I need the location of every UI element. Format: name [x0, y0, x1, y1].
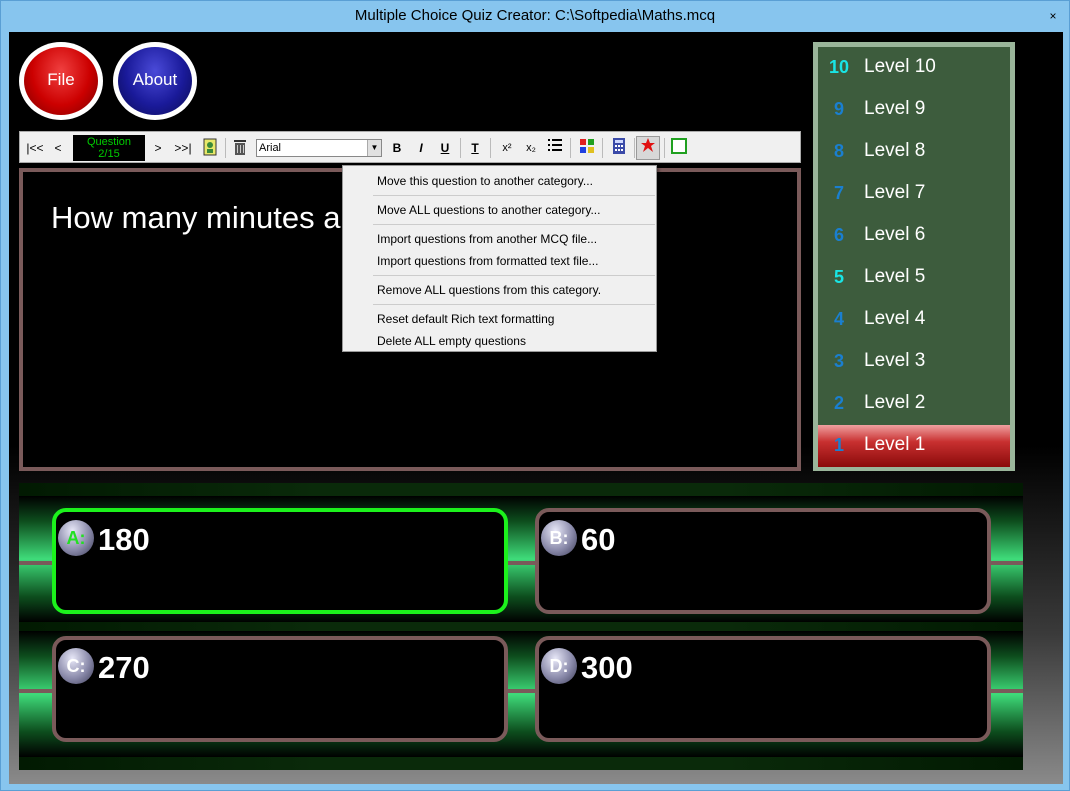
level-label: Level 9 — [864, 98, 926, 119]
level-row-8[interactable]: 8 Level 8 — [818, 131, 1010, 173]
answer-d-text[interactable]: 300 — [581, 650, 633, 686]
subscript-button[interactable]: x₂ — [520, 138, 542, 158]
level-number: 1 — [833, 435, 844, 455]
answer-a-letter: A: — [58, 520, 94, 556]
superscript-button[interactable]: x² — [496, 138, 518, 158]
text-style-button[interactable]: T — [466, 138, 484, 158]
answer-b[interactable]: B: 60 — [535, 508, 991, 614]
underline-button[interactable]: U — [436, 138, 454, 158]
level-label: Level 7 — [864, 182, 926, 203]
question-counter-label: Question — [86, 136, 132, 148]
level-label: Level 6 — [864, 224, 926, 245]
file-button[interactable]: File — [19, 42, 103, 120]
about-button[interactable]: About — [113, 42, 197, 120]
level-row-1[interactable]: 1 Level 1 — [818, 425, 1010, 467]
level-label: Level 8 — [864, 140, 926, 161]
level-row-10[interactable]: 10 Level 10 — [818, 47, 1010, 89]
level-label: Level 5 — [864, 266, 926, 287]
level-label: Level 2 — [864, 392, 926, 413]
first-question-button[interactable]: |<< — [24, 138, 46, 158]
frame-color-icon[interactable] — [668, 138, 690, 158]
calculator-icon[interactable] — [608, 138, 630, 158]
bold-button[interactable]: B — [388, 138, 406, 158]
toolbar-separator — [460, 138, 461, 158]
menu-item-move-all[interactable]: Move ALL questions to another category..… — [377, 203, 600, 217]
window-title: Multiple Choice Quiz Creator: C:\Softped… — [354, 7, 716, 24]
star-icon[interactable] — [636, 136, 660, 160]
level-row-6[interactable]: 6 Level 6 — [818, 215, 1010, 257]
answer-c[interactable]: C: 270 — [52, 636, 508, 742]
level-number: 8 — [833, 141, 844, 161]
level-row-3[interactable]: 3 Level 3 — [818, 341, 1010, 383]
menu-item-delete-empty[interactable]: Delete ALL empty questions — [377, 334, 526, 348]
level-label: Level 4 — [864, 308, 926, 329]
level-row-7[interactable]: 7 Level 7 — [818, 173, 1010, 215]
answer-a[interactable]: A: 180 — [52, 508, 508, 614]
menu-item-move-question[interactable]: Move this question to another category..… — [377, 174, 593, 188]
menu-item-import-mcq[interactable]: Import questions from another MCQ file..… — [377, 232, 597, 246]
levels-panel: 10 Level 10 9 Level 9 8 Level 8 7 Level 7 6 Level… — [813, 42, 1015, 471]
toolbar-separator — [570, 138, 571, 158]
close-icon[interactable]: × — [1045, 7, 1061, 25]
level-number: 6 — [833, 225, 844, 245]
trash-icon[interactable] — [230, 138, 250, 158]
file-button-label: File — [24, 47, 98, 115]
toolbar-separator — [490, 138, 491, 158]
context-menu: Move this question to another category..… — [342, 165, 657, 352]
chevron-down-icon[interactable]: ▼ — [367, 140, 381, 156]
next-question-button[interactable]: > — [150, 138, 166, 158]
client-area: File About |<< < Question 2/15 > >>| Ari… — [9, 32, 1063, 784]
toolbar-separator — [664, 138, 665, 158]
font-select[interactable]: Arial ▼ — [256, 139, 382, 157]
last-question-button[interactable]: >>| — [170, 138, 196, 158]
level-row-2[interactable]: 2 Level 2 — [818, 383, 1010, 425]
question-counter: Question 2/15 — [73, 135, 145, 161]
level-number: 7 — [833, 183, 844, 203]
toolbar-separator — [634, 138, 635, 158]
toolbar-separator — [602, 138, 603, 158]
answer-d[interactable]: D: 300 — [535, 636, 991, 742]
level-number: 5 — [833, 267, 844, 287]
level-number: 4 — [833, 309, 844, 329]
title-bar: Multiple Choice Quiz Creator: C:\Softped… — [1, 1, 1069, 31]
menu-item-reset-formatting[interactable]: Reset default Rich text formatting — [377, 312, 554, 326]
answer-b-letter: B: — [541, 520, 577, 556]
menu-separator — [373, 195, 655, 196]
answer-c-text[interactable]: 270 — [98, 650, 150, 686]
font-select-value: Arial — [259, 142, 282, 154]
menu-separator — [373, 224, 655, 225]
about-button-label: About — [118, 47, 192, 115]
answers-area: A: 180 B: 60 C: 270 D: 300 — [19, 483, 1023, 770]
bullet-list-icon[interactable] — [544, 138, 566, 158]
answer-c-letter: C: — [58, 648, 94, 684]
prev-question-button[interactable]: < — [50, 138, 66, 158]
question-bank-icon[interactable] — [200, 138, 220, 158]
level-number: 9 — [833, 99, 844, 119]
question-counter-value: 2/15 — [98, 148, 120, 160]
level-row-4[interactable]: 4 Level 4 — [818, 299, 1010, 341]
toolbar-separator — [225, 138, 226, 158]
editor-toolbar: |<< < Question 2/15 > >>| Arial ▼ B I U — [19, 131, 801, 163]
menu-separator — [373, 304, 655, 305]
level-row-5[interactable]: 5 Level 5 — [818, 257, 1010, 299]
level-number: 3 — [833, 351, 844, 371]
answer-b-text[interactable]: 60 — [581, 522, 615, 558]
menu-item-import-text[interactable]: Import questions from formatted text fil… — [377, 254, 598, 268]
level-row-9[interactable]: 9 Level 9 — [818, 89, 1010, 131]
level-label: Level 1 — [864, 434, 926, 455]
menu-separator — [373, 275, 655, 276]
question-text[interactable]: How many minutes a — [51, 200, 340, 236]
app-window: Multiple Choice Quiz Creator: C:\Softped… — [0, 0, 1070, 791]
menu-item-remove-all[interactable]: Remove ALL questions from this category. — [377, 283, 601, 297]
level-number: 10 — [828, 57, 850, 77]
colors-icon[interactable] — [576, 138, 598, 158]
level-label: Level 10 — [864, 56, 936, 77]
level-number: 2 — [833, 393, 844, 413]
answer-a-text[interactable]: 180 — [98, 522, 150, 558]
italic-button[interactable]: I — [412, 138, 430, 158]
level-label: Level 3 — [864, 350, 926, 371]
answer-d-letter: D: — [541, 648, 577, 684]
